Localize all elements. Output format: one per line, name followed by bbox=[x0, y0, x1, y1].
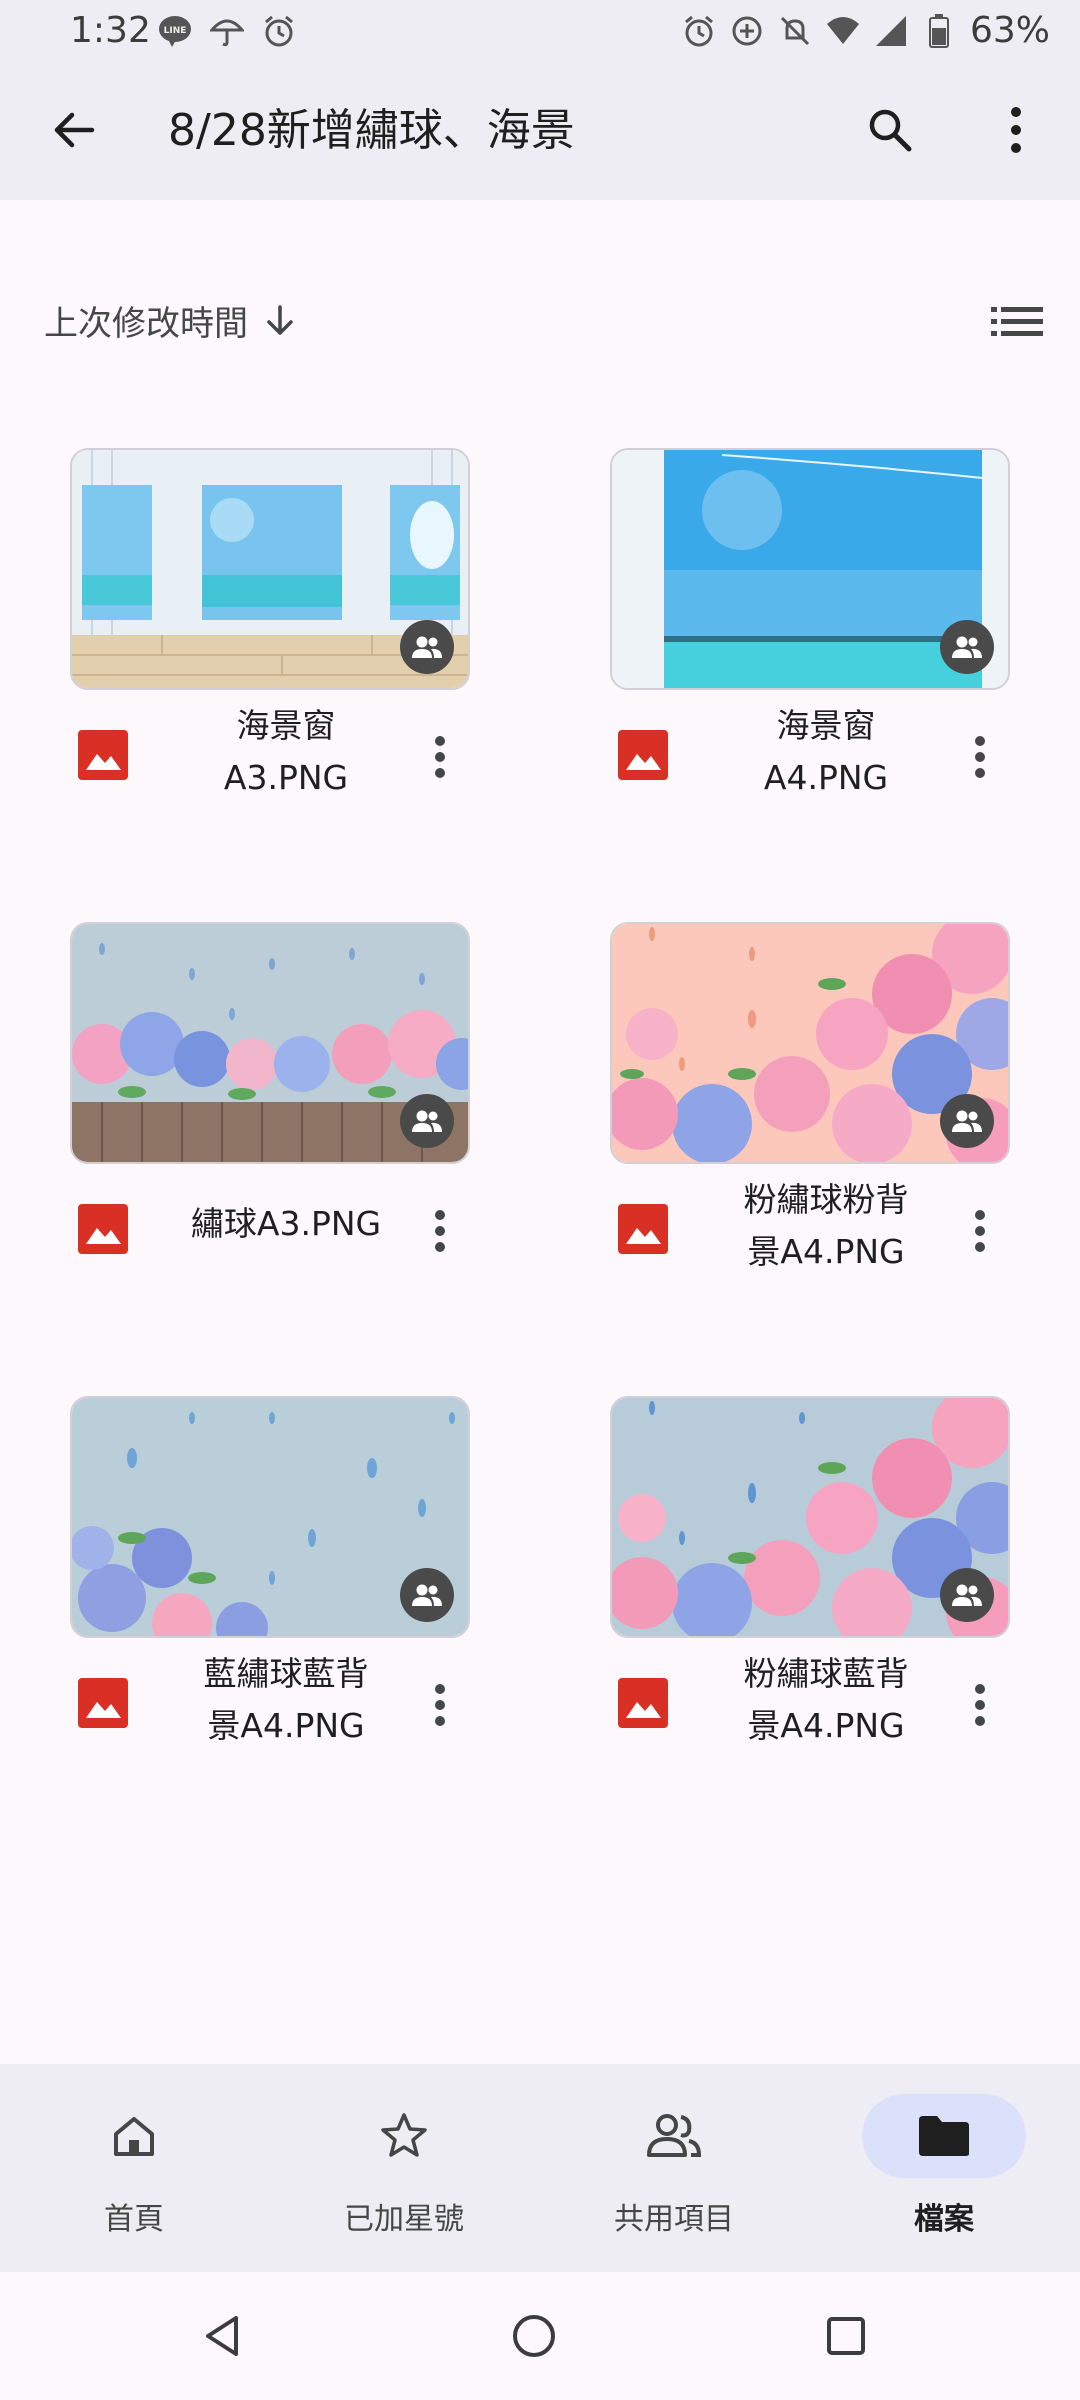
system-recents-button[interactable] bbox=[810, 2300, 882, 2372]
signal-icon bbox=[874, 14, 908, 48]
file-thumbnail[interactable] bbox=[70, 922, 470, 1164]
file-more-button[interactable] bbox=[412, 724, 468, 790]
search-button[interactable] bbox=[850, 90, 930, 170]
nav-starred[interactable]: 已加星號 bbox=[304, 2094, 504, 2254]
search-icon bbox=[869, 109, 912, 152]
image-file-icon bbox=[618, 1204, 668, 1254]
bottom-navigation: 首頁 已加星號 共用項目 檔案 bbox=[0, 2064, 1080, 2272]
more-vert-icon bbox=[435, 736, 445, 778]
file-more-button[interactable] bbox=[412, 1672, 468, 1738]
file-thumbnail[interactable] bbox=[610, 1396, 1010, 1638]
shared-people-icon bbox=[400, 620, 454, 674]
status-bar: 1:32 LINE 63% bbox=[0, 0, 1080, 64]
list-view-icon bbox=[991, 307, 1043, 336]
people-icon bbox=[647, 2114, 702, 2157]
home-icon bbox=[114, 2117, 154, 2156]
recents-square-icon bbox=[827, 2317, 865, 2355]
file-more-button[interactable] bbox=[952, 1672, 1008, 1738]
wifi-icon bbox=[826, 14, 860, 48]
more-vert-icon bbox=[1011, 107, 1021, 153]
file-name[interactable]: 海景窗 A4.PNG bbox=[706, 700, 946, 804]
more-vert-icon bbox=[435, 1210, 445, 1252]
alarm-icon bbox=[262, 14, 296, 48]
more-vert-icon bbox=[975, 1684, 985, 1726]
sort-label: 上次修改時間 bbox=[44, 304, 248, 344]
battery-percent: 63% bbox=[969, 10, 1050, 51]
file-card[interactable]: 海景窗 A3.PNG bbox=[70, 448, 470, 828]
more-vert-icon bbox=[975, 736, 985, 778]
file-card[interactable]: 粉繡球粉背 景A4.PNG bbox=[610, 922, 1010, 1302]
app-bar: 8/28新增繡球、海景 bbox=[0, 64, 1080, 200]
file-thumbnail[interactable] bbox=[70, 1396, 470, 1638]
shared-people-icon bbox=[940, 1568, 994, 1622]
file-name[interactable]: 粉繡球粉背 景A4.PNG bbox=[706, 1174, 946, 1278]
file-name[interactable]: 粉繡球藍背 景A4.PNG bbox=[706, 1648, 946, 1752]
shared-people-icon bbox=[400, 1094, 454, 1148]
line-icon: LINE bbox=[158, 14, 192, 48]
file-card[interactable]: 粉繡球藍背 景A4.PNG bbox=[610, 1396, 1010, 1776]
file-name[interactable]: 藍繡球藍背 景A4.PNG bbox=[166, 1648, 406, 1752]
more-vert-icon bbox=[975, 1210, 985, 1252]
home-circle-icon bbox=[513, 2315, 555, 2357]
umbrella-icon bbox=[210, 14, 244, 48]
back-triangle-icon bbox=[206, 2316, 238, 2356]
more-options-button[interactable] bbox=[976, 90, 1056, 170]
nav-label: 共用項目 bbox=[614, 2202, 734, 2237]
system-back-button[interactable] bbox=[186, 2300, 258, 2372]
svg-text:LINE: LINE bbox=[164, 26, 187, 36]
folder-title: 8/28新增繡球、海景 bbox=[168, 105, 575, 156]
file-card[interactable]: 海景窗 A4.PNG bbox=[610, 448, 1010, 828]
file-thumbnail[interactable] bbox=[610, 922, 1010, 1164]
file-name[interactable]: 繡球A3.PNG bbox=[166, 1198, 406, 1250]
file-card[interactable]: 繡球A3.PNG bbox=[70, 922, 470, 1302]
nav-home[interactable]: 首頁 bbox=[34, 2094, 234, 2254]
shared-people-icon bbox=[940, 1094, 994, 1148]
image-file-icon bbox=[618, 730, 668, 780]
nav-label: 已加星號 bbox=[344, 2202, 464, 2237]
file-card[interactable]: 藍繡球藍背 景A4.PNG bbox=[70, 1396, 470, 1776]
file-thumbnail[interactable] bbox=[610, 448, 1010, 690]
back-arrow-icon bbox=[54, 112, 95, 148]
list-view-button[interactable] bbox=[980, 290, 1054, 354]
data-saver-icon bbox=[730, 14, 764, 48]
file-more-button[interactable] bbox=[952, 1198, 1008, 1264]
star-icon bbox=[381, 2113, 427, 2157]
sort-control[interactable]: 上次修改時間 bbox=[44, 296, 298, 345]
nav-shared[interactable]: 共用項目 bbox=[574, 2094, 774, 2254]
image-file-icon bbox=[618, 1678, 668, 1728]
file-more-button[interactable] bbox=[952, 724, 1008, 790]
shared-people-icon bbox=[940, 620, 994, 674]
more-vert-icon bbox=[435, 1684, 445, 1726]
file-thumbnail[interactable] bbox=[70, 448, 470, 690]
silent-icon bbox=[778, 14, 812, 48]
system-home-button[interactable] bbox=[498, 2300, 570, 2372]
status-time: 1:32 bbox=[70, 10, 151, 51]
nav-label: 首頁 bbox=[104, 2202, 164, 2237]
file-name[interactable]: 海景窗 A3.PNG bbox=[166, 700, 406, 804]
folder-icon bbox=[919, 2116, 969, 2156]
alarm-icon bbox=[682, 14, 716, 48]
shared-people-icon bbox=[400, 1568, 454, 1622]
system-navigation-bar bbox=[0, 2272, 1080, 2400]
image-file-icon bbox=[78, 730, 128, 780]
nav-label: 檔案 bbox=[914, 2202, 974, 2237]
battery-icon bbox=[922, 13, 956, 48]
image-file-icon bbox=[78, 1678, 128, 1728]
file-more-button[interactable] bbox=[412, 1198, 468, 1264]
image-file-icon bbox=[78, 1204, 128, 1254]
nav-files[interactable]: 檔案 bbox=[844, 2094, 1044, 2254]
arrow-down-icon bbox=[267, 304, 293, 335]
back-button[interactable] bbox=[36, 92, 112, 168]
